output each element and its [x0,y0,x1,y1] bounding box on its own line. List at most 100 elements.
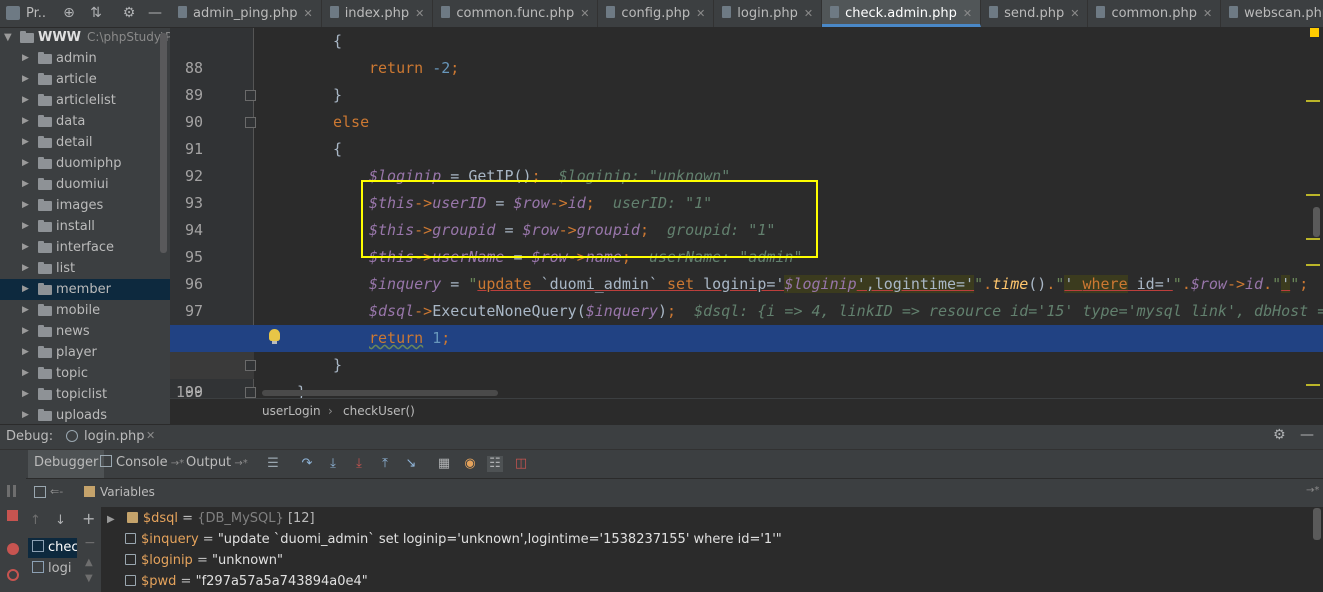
variable-row[interactable]: $pwd = "f297a57a5a743894a0e4" [125,571,368,592]
code-line[interactable]: 88 { [170,28,1323,77]
expand-arrow-icon[interactable]: ▶ [22,237,29,258]
tab-common-func-php[interactable]: common.func.php ✕ [433,0,599,27]
tree-folder-uploads[interactable]: ▶ uploads [0,405,170,426]
variable-row[interactable]: ▶ $dsql = {DB_MySQL} [12] [107,508,315,529]
tree-folder-news[interactable]: ▶ news [0,321,170,342]
expand-arrow-icon[interactable]: ▶ [22,363,29,384]
close-icon[interactable]: ✕ [1203,7,1212,20]
step-into-icon[interactable]: ⤓ [325,456,341,472]
clear-icon[interactable]: ◫ [513,456,529,472]
move-up-icon[interactable]: ▲ [85,557,93,568]
breadcrumb-item[interactable]: checkUser() [343,399,415,423]
tab-debugger[interactable]: Debugger [28,450,105,478]
expand-arrow-icon[interactable]: ▶ [22,342,29,363]
scroll-marker[interactable] [1306,264,1320,266]
expand-arrow-icon[interactable]: ▶ [22,300,29,321]
scroll-marker[interactable] [1306,194,1320,196]
lightbulb-icon[interactable] [269,329,280,344]
tab-login-php[interactable]: login.php ✕ [714,0,823,27]
expand-arrow-icon[interactable]: ▶ [22,216,29,237]
gear-icon[interactable]: ⚙ [120,4,138,22]
scroll-marker[interactable] [1306,100,1320,102]
show-execution-point-icon[interactable]: ☰ [265,456,281,472]
pin-icon[interactable]: →* [1306,485,1319,496]
tree-folder-player[interactable]: ▶ player [0,342,170,363]
expand-arrow-icon[interactable]: ▶ [22,174,29,195]
watch-icon[interactable]: ◉ [462,456,478,472]
horizontal-scrollbar[interactable] [262,390,498,396]
expand-arrow-icon[interactable]: ▶ [107,514,115,525]
inspection-status-icon[interactable] [1310,28,1319,37]
variables-scrollbar[interactable] [1313,508,1321,540]
tree-folder-list[interactable]: ▶ list [0,258,170,279]
expand-arrow-icon[interactable]: ▶ [22,48,29,69]
tree-folder-duomiui[interactable]: ▶ duomiui [0,174,170,195]
tab-index-php[interactable]: index.php ✕ [322,0,434,27]
tab-config-php[interactable]: config.php ✕ [598,0,715,27]
frames-menu-icon[interactable]: ⇐‐ [50,485,63,498]
settings-list-icon[interactable]: ☷ [487,456,503,472]
breadcrumb-item[interactable]: userLogin [262,399,321,423]
tree-folder-images[interactable]: ▶ images [0,195,170,216]
tree-folder-mobile[interactable]: ▶ mobile [0,300,170,321]
tab-admin-ping-php[interactable]: admin_ping.php ✕ [170,0,322,27]
code-line[interactable]: 90 } [170,82,1323,131]
expand-arrow-icon[interactable]: ▶ [22,384,29,405]
tree-folder-data[interactable]: ▶ data [0,111,170,132]
vertical-scrollbar[interactable] [1313,207,1320,237]
stop-icon[interactable] [7,510,18,521]
frames-icon[interactable] [34,486,46,498]
expand-arrow-icon[interactable]: ▶ [22,132,29,153]
tree-folder-interface[interactable]: ▶ interface [0,237,170,258]
code-line[interactable]: 89 return -2; [170,55,1323,104]
close-icon[interactable]: ✕ [804,7,813,20]
tree-folder-admin[interactable]: ▶ admin [0,48,170,69]
close-icon[interactable]: ✕ [1070,7,1079,20]
breakpoints-icon[interactable] [7,543,19,555]
close-icon[interactable]: ✕ [963,7,972,20]
tab-send-php[interactable]: send.php ✕ [981,0,1089,27]
step-over-icon[interactable]: ↷ [299,456,315,472]
current-line[interactable]: 99 return 1; [170,325,1323,398]
expand-arrow-icon[interactable]: ▶ [22,258,29,279]
tab-webscan-php[interactable]: webscan.php✕ [1221,0,1323,27]
close-icon[interactable]: ✕ [303,7,312,20]
tree-folder-topic[interactable]: ▶ topic [0,363,170,384]
expand-arrow-icon[interactable]: ▶ [22,195,29,216]
tree-folder-install[interactable]: ▶ install [0,216,170,237]
expand-arrow-icon[interactable]: ▶ [22,90,29,111]
fold-icon[interactable] [245,90,256,101]
fold-icon[interactable] [245,360,256,371]
project-title[interactable]: Pr.. [26,6,46,21]
tree-folder-member[interactable]: ▶ member [0,279,170,300]
close-icon[interactable]: ✕ [146,429,155,442]
fold-icon[interactable] [245,117,256,128]
close-icon[interactable]: ✕ [415,7,424,20]
hide-icon[interactable]: — [146,4,164,22]
tab-common-php[interactable]: common.php ✕ [1088,0,1222,27]
fold-icon[interactable] [245,387,256,398]
hide-icon[interactable]: — [1300,427,1314,443]
close-icon[interactable]: ✕ [696,7,705,20]
expand-arrow-icon[interactable]: ▶ [22,69,29,90]
code-line[interactable]: 98 $dsql->ExecuteNoneQuery($inquery); $d… [170,298,1323,347]
add-watch-icon[interactable]: + [82,509,95,528]
expand-arrow-icon[interactable]: ▶ [22,111,29,132]
tab-check-admin-php[interactable]: check.admin.php ✕ [822,0,982,27]
remove-watch-icon[interactable]: − [84,535,96,551]
code-line[interactable]: 97 $inquery = "update `duomi_admin` set … [170,271,1323,320]
collapse-icon[interactable]: ⇅ [87,4,105,22]
code-editor[interactable]: 88 { 89 return -2; 90 } 91 else 92 { 93 … [170,28,1323,398]
tab-console[interactable]: Console →* [94,450,190,478]
code-line[interactable]: 100 } [170,352,1323,398]
tab-output[interactable]: Output →* [180,450,254,478]
variable-row[interactable]: $loginip = "unknown" [125,550,283,571]
expand-arrow-icon[interactable]: ▼ [4,27,12,48]
code-line[interactable]: 92 { [170,136,1323,185]
debug-session-tab[interactable]: login.php [84,429,145,444]
expand-arrow-icon[interactable]: ▶ [22,279,29,300]
close-icon[interactable]: ✕ [580,7,589,20]
variable-row[interactable]: $inquery = "update `duomi_admin` set log… [125,529,782,550]
tree-root[interactable]: ▼ WWW C:\phpStudy\PHPTutorial [0,27,170,48]
expand-arrow-icon[interactable]: ▶ [22,321,29,342]
